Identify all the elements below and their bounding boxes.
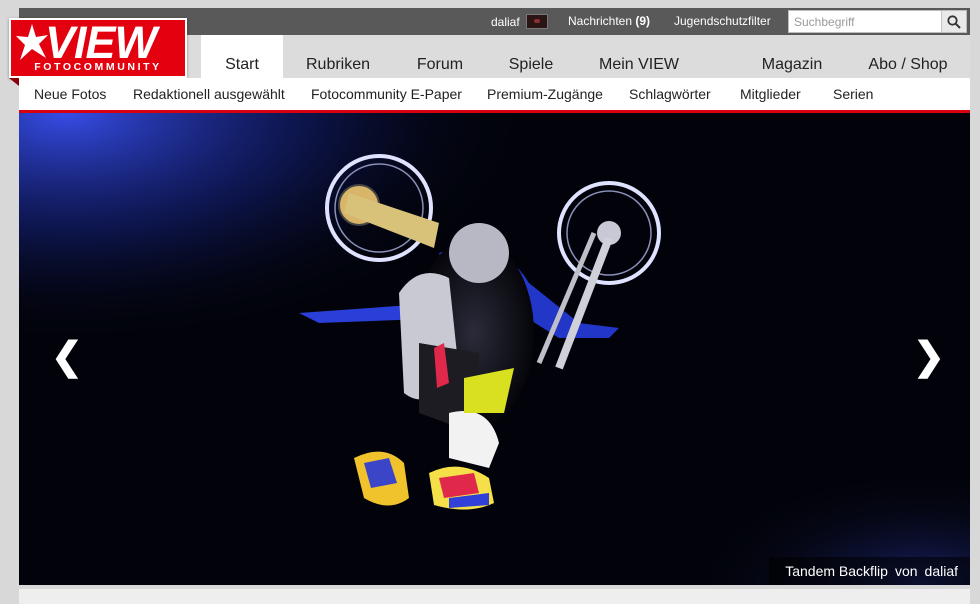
search-icon	[947, 14, 961, 29]
chevron-left-icon[interactable]: ❮	[51, 338, 83, 376]
chevron-right-icon[interactable]: ❯	[913, 338, 945, 376]
logo-subtitle: FOTOCOMMUNITY	[34, 61, 162, 73]
subnav-schlagwoerter[interactable]: Schlagwörter	[629, 86, 711, 102]
messages-label: Nachrichten	[568, 14, 633, 28]
subnav-serien[interactable]: Serien	[833, 86, 873, 102]
subnav-mitglieder[interactable]: Mitglieder	[740, 86, 801, 102]
tab-abo-shop[interactable]: Abo / Shop	[857, 35, 959, 78]
star-icon	[16, 24, 48, 60]
user-menu[interactable]: daliaf	[491, 14, 548, 29]
user-avatar-icon[interactable]	[525, 14, 548, 29]
hero-slider: ❮ ❯ Tandem Backflip von daliaf	[19, 113, 970, 585]
subnav-epaper[interactable]: Fotocommunity E-Paper	[311, 86, 462, 102]
logo-word: VIEW	[45, 18, 157, 68]
search-input[interactable]	[789, 11, 944, 32]
tab-forum[interactable]: Forum	[399, 35, 481, 78]
tab-rubriken[interactable]: Rubriken	[296, 35, 380, 78]
content-area-top	[19, 589, 970, 604]
tab-magazin[interactable]: Magazin	[751, 35, 833, 78]
subnav-neue-fotos[interactable]: Neue Fotos	[34, 86, 106, 102]
youth-filter-link[interactable]: Jugendschutzfilter	[674, 14, 771, 28]
photo-caption: Tandem Backflip von daliaf	[769, 557, 970, 585]
messages-count: (9)	[635, 14, 651, 28]
photo-title-link[interactable]: Tandem Backflip	[785, 563, 888, 579]
caption-by: von	[894, 563, 918, 579]
tab-spiele[interactable]: Spiele	[493, 35, 569, 78]
username[interactable]: daliaf	[491, 15, 520, 29]
view-logo[interactable]: VIEW FOTOCOMMUNITY	[9, 18, 187, 78]
tab-start[interactable]: Start	[201, 35, 283, 78]
hero-photo	[19, 113, 970, 585]
subnav-redaktionell[interactable]: Redaktionell ausgewählt	[133, 86, 285, 102]
subnav-premium[interactable]: Premium-Zugänge	[487, 86, 603, 102]
sub-nav: Neue Fotos Redaktionell ausgewählt Fotoc…	[19, 78, 970, 113]
search-box	[788, 10, 967, 33]
messages-link[interactable]: Nachrichten (9)	[568, 14, 650, 28]
logo-fold	[9, 78, 19, 86]
tab-mein-view[interactable]: Mein VIEW	[589, 35, 689, 78]
photo-author-link[interactable]: daliaf	[925, 563, 958, 579]
search-button[interactable]	[941, 11, 966, 32]
